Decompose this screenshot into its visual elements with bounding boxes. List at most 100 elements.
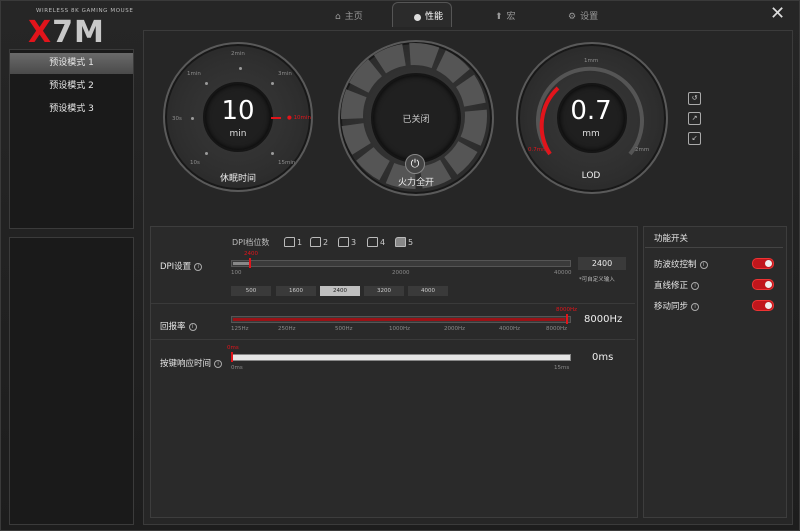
- divider: [151, 303, 635, 304]
- dpi-level-icon: [310, 237, 321, 247]
- polling-label: 回报率 i: [160, 320, 197, 332]
- feature-label-motion-sync: 移动同步 i: [654, 300, 700, 312]
- dpi-slider[interactable]: [231, 260, 571, 267]
- info-icon: i: [194, 262, 203, 271]
- polling-tick: 125Hz: [231, 326, 249, 332]
- sleep-value: 10: [221, 96, 255, 126]
- dpi-mid: 20000: [392, 270, 410, 276]
- lod-unit: mm: [582, 129, 600, 139]
- info-icon: i: [188, 322, 197, 331]
- sleep-dot: [271, 82, 274, 85]
- sleep-marker: ● 10min: [287, 115, 311, 121]
- dpi-min: 100: [231, 270, 242, 276]
- sleep-tick: 30s: [172, 116, 182, 122]
- brand-subtitle: WIRELESS 8K GAMING MOUSE: [36, 8, 134, 14]
- debounce-min: 0ms: [231, 365, 243, 371]
- dpi-level-1[interactable]: 1: [284, 237, 302, 247]
- sleep-tick: 15min: [278, 160, 296, 166]
- polling-tick: 1000Hz: [389, 326, 411, 332]
- sleep-tick: 1min: [187, 71, 201, 77]
- macro-icon: ⬆: [495, 12, 503, 22]
- dpi-preset-button[interactable]: 3200: [364, 286, 404, 296]
- dpi-level-icon: [367, 237, 378, 247]
- dpi-preset-button[interactable]: 500: [231, 286, 271, 296]
- divider: [645, 247, 783, 248]
- debounce-max: 15ms: [554, 365, 570, 371]
- sleep-dot: [271, 152, 274, 155]
- home-icon: ⌂: [335, 12, 341, 22]
- debounce-marker: 0ms: [227, 345, 239, 351]
- dpi-preset-button[interactable]: 1600: [276, 286, 316, 296]
- sleep-tick: 2min: [231, 51, 245, 57]
- lod-label: LOD: [581, 171, 601, 181]
- feature-label-anti-ripple: 防波纹控制 i: [654, 258, 708, 270]
- polling-tick: 2000Hz: [444, 326, 466, 332]
- tab-performance[interactable]: 性能: [414, 7, 443, 27]
- debounce-slider-handle[interactable]: [231, 352, 233, 362]
- dpi-max: 40000: [554, 270, 572, 276]
- dpi-preset-button[interactable]: 4000: [408, 286, 448, 296]
- polling-slider-handle[interactable]: [566, 314, 568, 324]
- power-icon[interactable]: ⏻: [405, 154, 425, 174]
- info-icon: i: [691, 281, 700, 290]
- polling-tick: 8000Hz: [546, 326, 568, 332]
- preset-item-2[interactable]: 预设模式 2: [10, 76, 133, 97]
- dpi-level-icon: [395, 237, 406, 247]
- tab-macro[interactable]: ⬆ 宏: [495, 7, 516, 27]
- sleep-dot: [205, 82, 208, 85]
- sleep-dot: [239, 67, 242, 70]
- info-icon: i: [691, 302, 700, 311]
- debounce-label: 按键响应时间 i: [160, 357, 223, 369]
- dpi-label: DPI设置 i: [160, 260, 203, 272]
- sleep-dot: [191, 117, 194, 120]
- polling-value: 8000Hz: [584, 314, 623, 325]
- sleep-label: 休眠时间: [219, 174, 256, 184]
- polling-tick: 500Hz: [335, 326, 353, 332]
- top-tab-bar: ⌂ 主页 性能 ⬆ 宏 ⚙ 设置: [150, 7, 785, 27]
- feature-panel-title: 功能开关: [654, 234, 689, 244]
- close-icon[interactable]: ✕: [770, 3, 785, 24]
- dpi-level-2[interactable]: 2: [310, 237, 328, 247]
- polling-slider-fill: [233, 318, 565, 321]
- import-icon[interactable]: ↙: [688, 132, 701, 145]
- lod-max: 2mm: [635, 147, 650, 153]
- polling-tick: 250Hz: [278, 326, 296, 332]
- dpi-level-4[interactable]: 4: [367, 237, 385, 247]
- sleep-unit: min: [229, 129, 247, 139]
- lod-value: 0.7: [570, 96, 612, 126]
- dpi-level-5[interactable]: 5: [395, 237, 413, 247]
- fire-label: 火力全开: [397, 178, 434, 188]
- brand-logo: X7M: [28, 15, 105, 50]
- preset-item-1[interactable]: 预设模式 1: [10, 53, 133, 74]
- gauge-icon: [414, 13, 421, 21]
- feature-label-angle-snap: 直线修正 i: [654, 279, 700, 291]
- preset-item-3[interactable]: 预设模式 3: [10, 99, 133, 120]
- sleep-tick: 3min: [278, 71, 292, 77]
- lod-tick-top: 1mm: [584, 58, 599, 64]
- dpi-slider-handle[interactable]: [249, 258, 251, 268]
- dpi-level-icon: [338, 237, 349, 247]
- lod-min: 0.7mm: [528, 147, 548, 153]
- sleep-tick: 10s: [190, 160, 200, 166]
- debounce-value: 0ms: [592, 352, 614, 363]
- polling-tick: 4000Hz: [499, 326, 521, 332]
- dpi-value-input[interactable]: 2400: [578, 257, 626, 270]
- dpi-level-icon: [284, 237, 295, 247]
- toggle-anti-ripple[interactable]: [752, 258, 774, 269]
- tab-settings[interactable]: ⚙ 设置: [568, 7, 598, 27]
- sleep-marker-line: [271, 117, 281, 119]
- gear-icon: ⚙: [568, 12, 577, 22]
- export-icon[interactable]: ↗: [688, 112, 701, 125]
- tab-home[interactable]: ⌂ 主页: [335, 7, 363, 27]
- toggle-angle-snap[interactable]: [752, 279, 774, 290]
- divider: [151, 339, 635, 340]
- dpi-level-3[interactable]: 3: [338, 237, 356, 247]
- dpi-note: *可自定义输入: [579, 277, 615, 283]
- info-icon: i: [699, 260, 708, 269]
- polling-marker: 8000Hz: [556, 307, 578, 313]
- reset-icon[interactable]: ↺: [688, 92, 701, 105]
- dpi-level-label: DPI档位数: [232, 238, 270, 247]
- toggle-motion-sync[interactable]: [752, 300, 774, 311]
- debounce-slider[interactable]: [231, 354, 571, 361]
- dpi-preset-button[interactable]: 2400: [320, 286, 360, 296]
